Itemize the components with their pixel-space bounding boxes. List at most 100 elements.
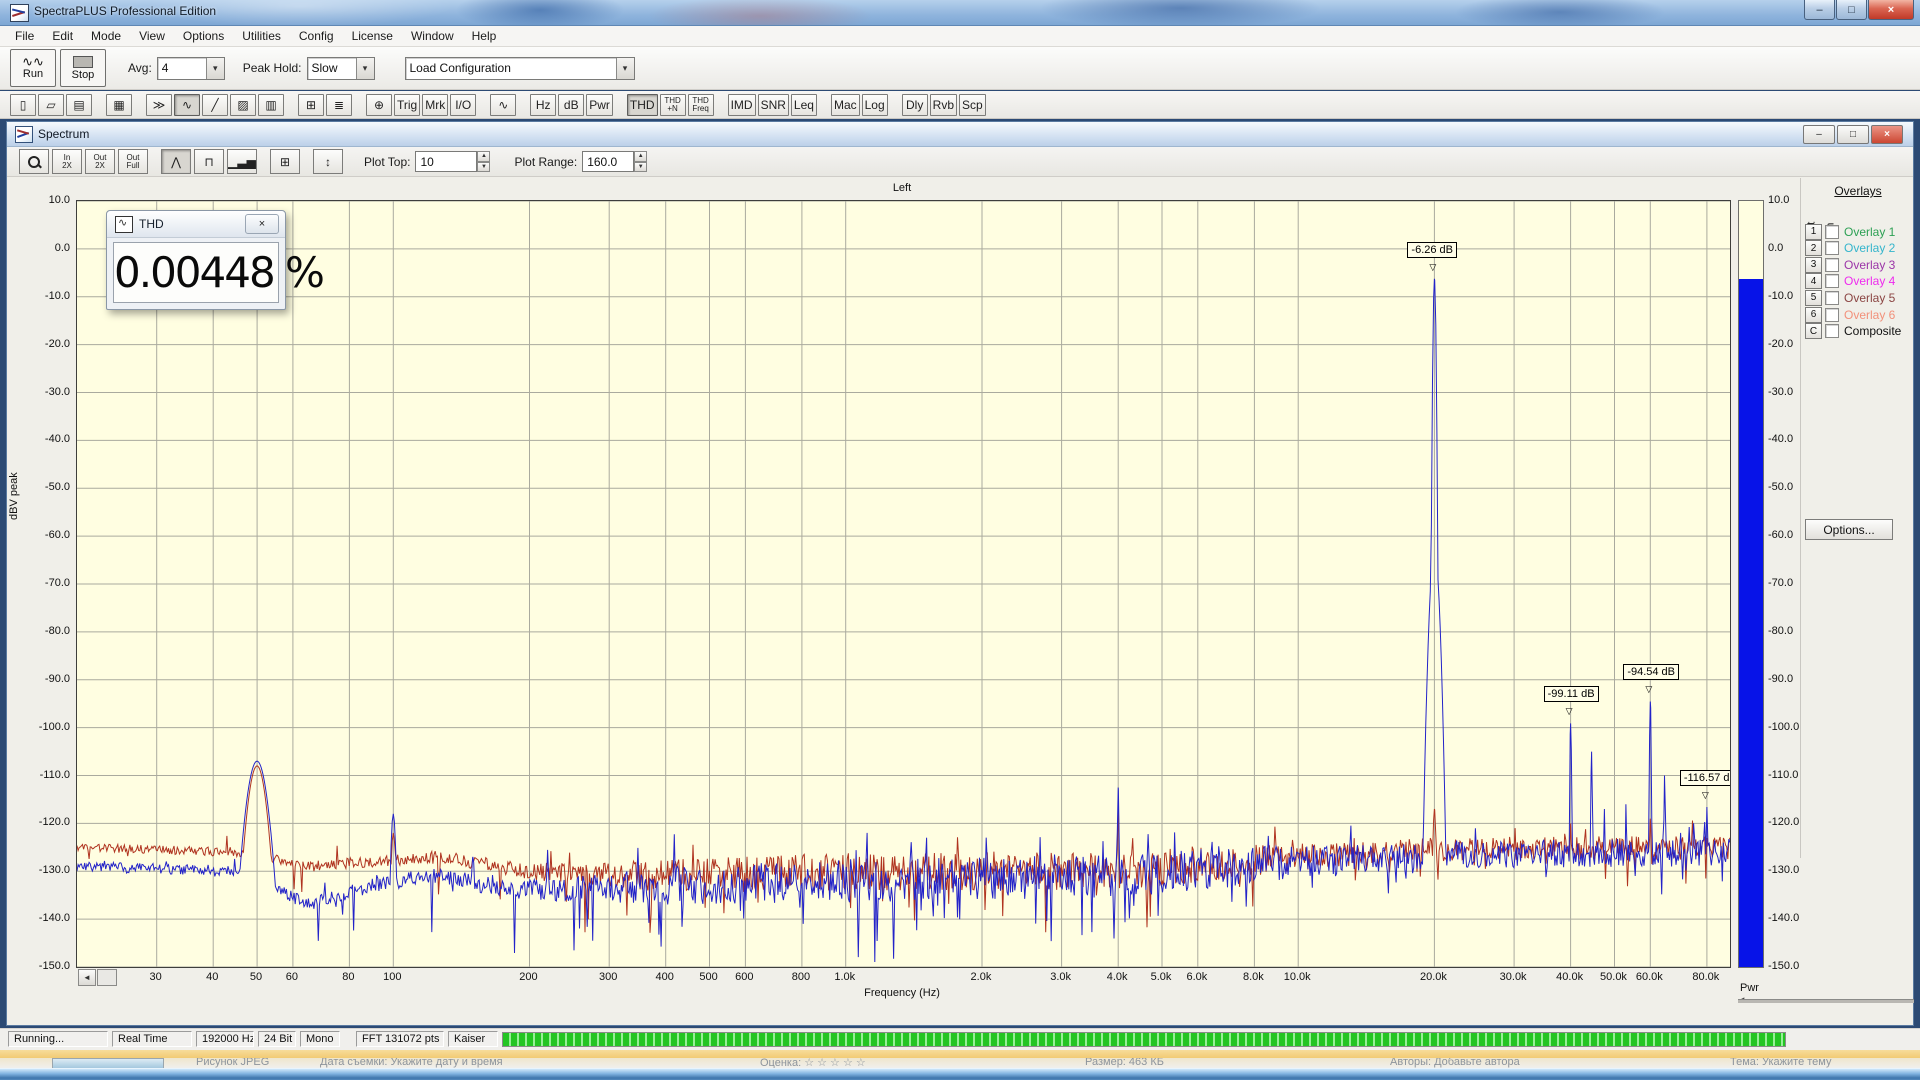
spectrum-view-button[interactable]: ∿ (174, 94, 200, 116)
overlay-on-checkbox-4[interactable] (1825, 274, 1839, 288)
line-plot-button[interactable]: ⋀ (161, 149, 191, 174)
overlay-on-checkbox-6[interactable] (1825, 308, 1839, 322)
run-button[interactable]: ∿∿ Run (10, 49, 56, 87)
menu-mode[interactable]: Mode (82, 27, 130, 45)
maximize-icon[interactable]: □ (1836, 0, 1867, 20)
overlay-on-checkbox-5[interactable] (1825, 291, 1839, 305)
y-tick-left: -130.0 (24, 864, 70, 876)
reverb-button[interactable]: Rvb (930, 94, 957, 116)
overlay-on-checkbox-2[interactable] (1825, 241, 1839, 255)
y-tick-right: -60.0 (1768, 529, 1814, 541)
snr-button[interactable]: SNR (758, 94, 789, 116)
plot-range-spinner[interactable]: ▲▼ (634, 151, 647, 172)
menu-config[interactable]: Config (290, 27, 343, 45)
units-db-button[interactable]: dB (558, 94, 584, 116)
thd-window[interactable]: THD × 0.00448 % (106, 210, 286, 310)
vertical-scale-button[interactable]: ↕ (313, 149, 343, 174)
spectrum-window-title: Spectrum (38, 127, 89, 141)
fast-forward-button[interactable]: ≫ (146, 94, 172, 116)
units-pwr-button[interactable]: Pwr (586, 94, 613, 116)
units-hz-button[interactable]: Hz (530, 94, 556, 116)
signal-generator-button[interactable]: ∿ (490, 94, 516, 116)
markers-button[interactable]: Mrk (422, 94, 448, 116)
overlay-set-button-4[interactable]: 4 (1805, 273, 1822, 289)
scroll-left-icon[interactable]: ◄ (78, 969, 96, 986)
load-configuration-select[interactable]: Load Configuration ▾ (405, 57, 635, 80)
overlay-set-button-3[interactable]: 3 (1805, 257, 1822, 273)
scroll-thumb[interactable] (97, 969, 117, 986)
spin-down-icon[interactable]: ▼ (477, 162, 490, 173)
overlay-set-button-6[interactable]: 6 (1805, 307, 1822, 323)
stop-label: Stop (72, 69, 95, 81)
spin-down-icon[interactable]: ▼ (634, 162, 647, 173)
overlay-row-4: 4Overlay 4 (1805, 274, 1895, 289)
input-output-button[interactable]: I/O (450, 94, 476, 116)
spin-up-icon[interactable]: ▲ (634, 151, 647, 162)
stop-button[interactable]: Stop (60, 49, 106, 87)
bar-plot-button[interactable]: ▁▃▅ (227, 149, 257, 174)
chevron-down-icon[interactable]: ▾ (616, 58, 634, 79)
trigger-button[interactable]: Trig (394, 94, 420, 116)
chevron-down-icon[interactable]: ▾ (206, 58, 224, 79)
scope-button[interactable]: Scp (959, 94, 986, 116)
spectrum-titlebar[interactable]: Spectrum –□× (7, 122, 1913, 147)
spectrogram-view-button[interactable]: ▨ (230, 94, 256, 116)
thd-plus-n-button[interactable]: THD +N (660, 94, 686, 116)
overlay-on-checkbox-3[interactable] (1825, 258, 1839, 272)
imd-button[interactable]: IMD (728, 94, 756, 116)
menu-view[interactable]: View (130, 27, 174, 45)
zoom-in-2x-button[interactable]: In 2X (52, 149, 82, 174)
zoom-out-2x-button[interactable]: Out 2X (85, 149, 115, 174)
leq-button[interactable]: Leq (791, 94, 817, 116)
spin-up-icon[interactable]: ▲ (477, 151, 490, 162)
minimize-icon[interactable]: – (1803, 125, 1835, 144)
chevron-down-icon[interactable]: ▾ (356, 58, 374, 79)
step-plot-button[interactable]: ⊓ (194, 149, 224, 174)
print-button[interactable]: ▦ (106, 94, 132, 116)
surface-view-button[interactable]: ▥ (258, 94, 284, 116)
overlay-on-checkbox-1[interactable] (1825, 225, 1839, 239)
save-file-button[interactable]: ▤ (66, 94, 92, 116)
meter-scrollbar[interactable] (1738, 999, 1914, 1003)
spectrum-plot[interactable] (76, 200, 1731, 968)
new-file-button[interactable]: ▯ (10, 94, 36, 116)
close-icon[interactable]: × (1871, 125, 1903, 144)
menu-utilities[interactable]: Utilities (233, 27, 290, 45)
maximize-icon[interactable]: □ (1837, 125, 1869, 144)
display-settings-button[interactable]: ⊞ (298, 94, 324, 116)
plot-horizontal-scrollbar[interactable]: ◄ (78, 969, 117, 986)
overlay-row-6: 6Overlay 6 (1805, 307, 1895, 322)
avg-select[interactable]: 4 ▾ (157, 57, 225, 80)
menu-license[interactable]: License (343, 27, 402, 45)
log-button[interactable]: Log (862, 94, 888, 116)
thd-button[interactable]: THD (627, 94, 658, 116)
overlays-options-button[interactable]: Options... (1805, 519, 1893, 540)
overlay-on-checkbox-c[interactable] (1825, 324, 1839, 338)
plot-range-input[interactable]: 160.0 (582, 151, 634, 172)
minimize-icon[interactable]: – (1804, 0, 1835, 20)
close-icon[interactable]: × (245, 214, 279, 234)
peak-hold-select[interactable]: Slow ▾ (307, 57, 375, 80)
menu-window[interactable]: Window (402, 27, 463, 45)
thd-titlebar[interactable]: THD × (107, 211, 285, 238)
plot-top-input[interactable]: 10 (415, 151, 477, 172)
zoom-tool-button[interactable] (19, 149, 49, 174)
thd-freq-button[interactable]: THD Freq (688, 94, 714, 116)
close-icon[interactable]: × (1868, 0, 1914, 20)
x-tick: 80 (342, 971, 354, 983)
phase-view-button[interactable]: ╱ (202, 94, 228, 116)
scale-settings-button[interactable]: ≣ (326, 94, 352, 116)
macro-button[interactable]: Mac (831, 94, 860, 116)
window-controls: –□× (1803, 0, 1914, 20)
open-file-button[interactable]: ▱ (38, 94, 64, 116)
delay-button[interactable]: Dly (902, 94, 928, 116)
overlay-set-button-1[interactable]: 1 (1805, 224, 1822, 240)
plot-options-button[interactable]: ⊞ (270, 149, 300, 174)
menu-options[interactable]: Options (174, 27, 233, 45)
menu-help[interactable]: Help (463, 27, 506, 45)
marker-tool-button[interactable]: ⊕ (366, 94, 392, 116)
plot-top-spinner[interactable]: ▲▼ (477, 151, 490, 172)
menu-edit[interactable]: Edit (43, 27, 82, 45)
zoom-out-full-button[interactable]: Out Full (118, 149, 148, 174)
menu-file[interactable]: File (6, 27, 43, 45)
